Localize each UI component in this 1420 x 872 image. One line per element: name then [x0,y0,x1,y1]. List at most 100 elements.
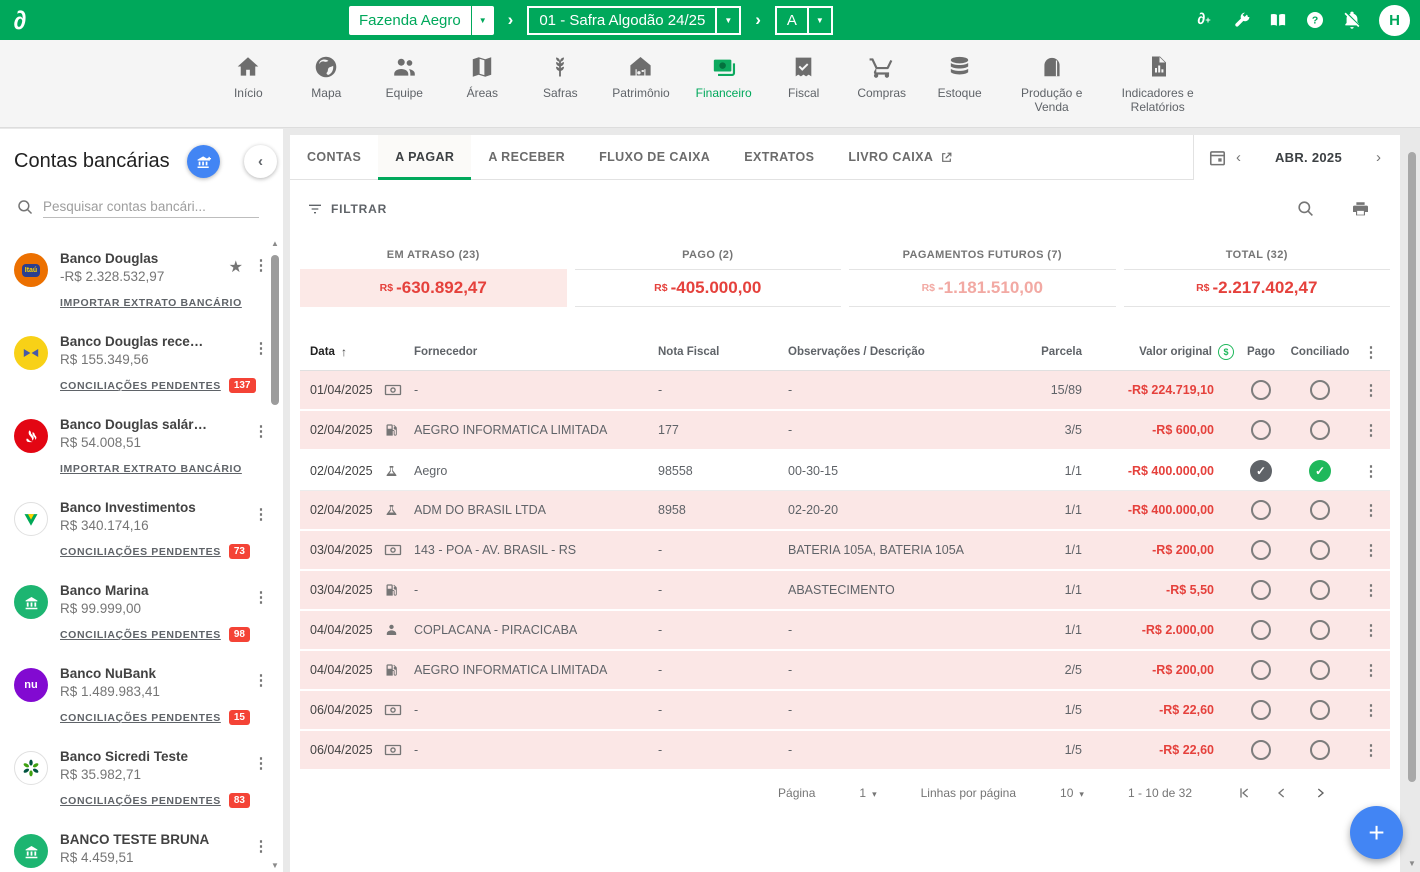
column-data[interactable]: Data↑ [300,345,384,359]
tab[interactable]: CONTAS [290,135,378,179]
nav-item[interactable]: Áreas [456,52,508,101]
tab[interactable]: A RECEBER [471,135,582,179]
row-menu-icon[interactable]: ⋮ [1364,582,1379,599]
table-row[interactable]: 03/04/2025 143 - POA - AV. BRASIL - RS -… [300,531,1390,571]
table-row[interactable]: 06/04/2025 - - - 1/5 -R$ 22,60 ⋮ [300,731,1390,771]
nav-item[interactable]: Equipe [378,52,430,101]
row-menu-icon[interactable]: ⋮ [1364,702,1379,719]
account-menu-icon[interactable]: ⋮ [253,754,269,772]
reconciled-checkbox[interactable] [1310,660,1330,680]
bank-account-item[interactable]: Banco Marina R$ 99.999,00 ⋮ CONCILIAÇÕES… [0,574,283,642]
account-action-link[interactable]: CONCILIAÇÕES PENDENTES [60,546,221,558]
next-page-button[interactable] [1306,785,1334,801]
summary-card[interactable]: PAGAMENTOS FUTUROS (7) R$ -1.181.510,00 [849,249,1116,307]
scrollbar-thumb[interactable] [1408,152,1416,782]
row-menu-icon[interactable]: ⋮ [1364,742,1379,759]
reconciled-checkbox[interactable] [1310,540,1330,560]
print-icon[interactable] [1351,200,1370,218]
tab[interactable]: FLUXO DE CAIXA [582,135,727,179]
column-observacoes[interactable]: Observações / Descrição [788,346,1004,358]
row-menu-icon[interactable]: ⋮ [1364,622,1379,639]
account-menu-icon[interactable]: ⋮ [253,671,269,689]
account-menu-icon[interactable]: ⋮ [253,339,269,357]
column-nota-fiscal[interactable]: Nota Fiscal [658,346,788,358]
tools-icon[interactable] [1231,10,1251,30]
column-parcela[interactable]: Parcela [1004,346,1082,358]
reconciled-checkbox[interactable] [1310,380,1330,400]
nav-item[interactable]: Fiscal [778,52,830,101]
account-action-link[interactable]: IMPORTAR EXTRATO BANCÁRIO [60,297,242,309]
reconciled-checkbox[interactable] [1310,420,1330,440]
paid-checkbox[interactable] [1251,620,1271,640]
bank-account-item[interactable]: Banco Investimentos R$ 340.174,16 ⋮ CONC… [0,491,283,559]
bank-account-item[interactable]: nu Banco NuBank R$ 1.489.983,41 ⋮ CONCIL… [0,657,283,725]
filter-button[interactable]: FILTRAR [307,201,387,217]
invite-user-icon[interactable]: ∂+ [1194,10,1214,30]
table-row[interactable]: 04/04/2025 AEGRO INFORMATICA LIMITADA - … [300,651,1390,691]
nav-item[interactable]: Início [222,52,274,101]
next-month-icon[interactable]: › [1371,149,1386,166]
letter-selector[interactable]: A ▼ [775,6,833,35]
reconciled-checkbox[interactable] [1310,500,1330,520]
table-row[interactable]: 01/04/2025 - - - 15/89 -R$ 224.719,10 ⋮ [300,371,1390,411]
guide-book-icon[interactable] [1268,10,1288,30]
aegro-logo-icon[interactable]: ∂ [0,0,40,40]
paid-checkbox[interactable] [1251,700,1271,720]
user-avatar[interactable]: H [1379,5,1410,36]
table-row[interactable]: 06/04/2025 - - - 1/5 -R$ 22,60 ⋮ [300,691,1390,731]
table-row[interactable]: 03/04/2025 - - ABASTECIMENTO 1/1 -R$ 5,5… [300,571,1390,611]
tab[interactable]: A PAGAR [378,135,471,179]
nav-item[interactable]: Financeiro [696,52,752,101]
bank-account-item[interactable]: Banco Douglas recebime... R$ 155.349,56 … [0,325,283,393]
harvest-selector[interactable]: 01 - Safra Algodão 24/25 ▼ [527,6,741,35]
column-conciliado[interactable]: Conciliado [1288,346,1352,358]
paid-checkbox[interactable] [1251,660,1271,680]
nav-item[interactable]: Safras [534,52,586,101]
paid-checkbox[interactable] [1251,740,1271,760]
favorite-star-icon[interactable]: ★ [229,257,243,277]
account-action-link[interactable]: IMPORTAR EXTRATO BANCÁRIO [60,463,242,475]
bank-account-item[interactable]: Itaú Banco Douglas -R$ 2.328.532,97 ★ ⋮ … [0,242,283,310]
column-valor-original[interactable]: Valor original$ [1082,344,1234,360]
scroll-up-icon[interactable]: ▲ [269,239,281,248]
calendar-icon[interactable] [1208,148,1227,167]
paid-checkbox[interactable] [1251,380,1271,400]
scroll-down-icon[interactable]: ▼ [1406,859,1418,868]
paid-checkbox[interactable] [1250,460,1272,482]
reconciled-checkbox[interactable] [1310,620,1330,640]
summary-card[interactable]: PAGO (2) R$ -405.000,00 [575,249,842,307]
reconciled-checkbox[interactable] [1310,740,1330,760]
farm-selector[interactable]: Fazenda Aegro ▼ [349,6,494,35]
row-menu-icon[interactable]: ⋮ [1364,502,1379,519]
account-action-link[interactable]: CONCILIAÇÕES PENDENTES [60,795,221,807]
table-row[interactable]: 04/04/2025 COPLACANA - PIRACICABA - - 1/… [300,611,1390,651]
search-table-icon[interactable] [1296,199,1315,218]
tab[interactable]: EXTRATOS [727,135,831,179]
search-accounts-input[interactable] [43,196,259,218]
nav-item[interactable]: Compras [856,52,908,101]
column-fornecedor[interactable]: Fornecedor [414,346,658,358]
row-menu-icon[interactable]: ⋮ [1364,422,1379,439]
account-menu-icon[interactable]: ⋮ [253,256,269,274]
column-options-icon[interactable]: ⋮ [1364,344,1379,361]
paid-checkbox[interactable] [1251,580,1271,600]
row-menu-icon[interactable]: ⋮ [1364,662,1379,679]
scroll-down-icon[interactable]: ▼ [269,861,281,870]
nav-item[interactable]: Patrimônio [612,52,669,101]
bank-account-item[interactable]: BANCO TESTE BRUNA R$ 4.459,51 ⋮ [0,823,283,872]
account-menu-icon[interactable]: ⋮ [253,837,269,855]
nav-item[interactable]: Indicadores e Relatórios [1118,52,1198,115]
nav-item[interactable]: Estoque [934,52,986,101]
nav-item[interactable]: Produção e Venda [1012,52,1092,115]
account-menu-icon[interactable]: ⋮ [253,422,269,440]
summary-card[interactable]: TOTAL (32) R$ -2.217.402,47 [1124,249,1391,307]
paid-checkbox[interactable] [1251,420,1271,440]
nav-item[interactable]: Mapa [300,52,352,101]
account-action-link[interactable]: CONCILIAÇÕES PENDENTES [60,380,221,392]
notifications-off-icon[interactable] [1342,10,1362,30]
table-row[interactable]: 02/04/2025 AEGRO INFORMATICA LIMITADA 17… [300,411,1390,451]
page-select[interactable]: 1▾ [853,786,882,800]
row-menu-icon[interactable]: ⋮ [1364,382,1379,399]
account-menu-icon[interactable]: ⋮ [253,505,269,523]
account-action-link[interactable]: CONCILIAÇÕES PENDENTES [60,712,221,724]
